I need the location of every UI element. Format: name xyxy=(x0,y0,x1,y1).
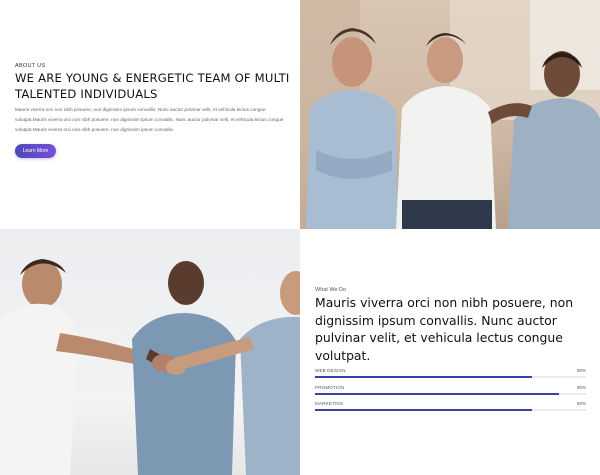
skill-progress-track xyxy=(315,393,586,395)
about-section: ABOUT US WE ARE YOUNG & ENERGETIC TEAM O… xyxy=(0,0,300,229)
what-we-do-label: What We Do xyxy=(315,287,347,293)
skill-progress-fill xyxy=(315,409,532,411)
skill-progress-fill xyxy=(315,376,532,378)
skill-progress-fill xyxy=(315,393,559,395)
team-photo-illustration xyxy=(300,0,600,229)
skill-name: PROMOTION xyxy=(315,385,345,390)
what-we-do-section: What We Do Mauris viverra orci non nibh … xyxy=(300,229,600,475)
fist-bump-photo xyxy=(0,229,300,475)
fist-bump-illustration xyxy=(0,259,300,475)
about-body: Mauris viverra orci non nibh posuere, no… xyxy=(15,107,284,132)
about-title: WE ARE YOUNG & ENERGETIC TEAM OF MULTI T… xyxy=(15,71,290,101)
skill-progress-track xyxy=(315,409,586,411)
skill-percent: 90% xyxy=(576,385,586,390)
skill-progress-track xyxy=(315,376,586,378)
page: ABOUT US WE ARE YOUNG & ENERGETIC TEAM O… xyxy=(0,0,600,475)
team-photo xyxy=(300,0,600,229)
what-we-do-heading: Mauris viverra orci non nibh posuere, no… xyxy=(315,295,574,363)
learn-more-button[interactable]: Learn More xyxy=(15,144,56,158)
skill-name: WEB DESIGN xyxy=(315,368,346,373)
skill-name: MARKETING xyxy=(315,401,344,406)
skill-percent: 80% xyxy=(576,368,586,373)
about-label: ABOUT US xyxy=(15,63,46,69)
skill-percent: 80% xyxy=(576,401,586,406)
